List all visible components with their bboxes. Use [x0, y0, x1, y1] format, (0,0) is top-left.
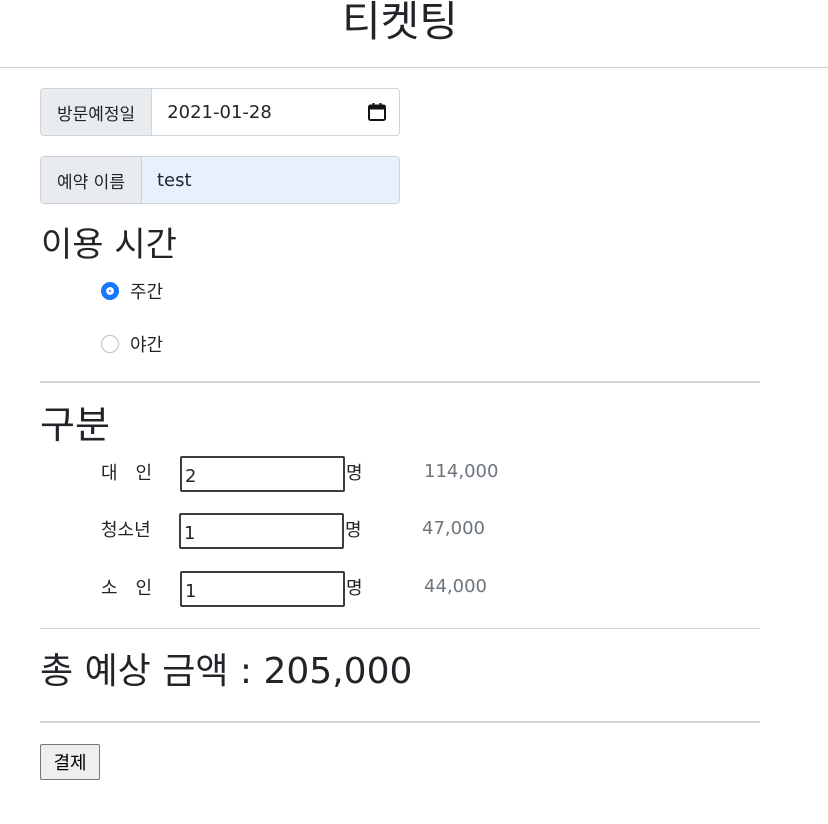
calendar-icon[interactable]: [367, 102, 387, 122]
adult-label: 대 인: [101, 463, 153, 484]
child-price: 44,000: [424, 576, 487, 597]
child-unit: 명: [346, 578, 363, 599]
youth-price: 47,000: [422, 518, 485, 539]
payment-button[interactable]: 결제: [40, 744, 100, 780]
reservation-name-group: 예약 이름 test: [40, 156, 400, 204]
total-divider: [40, 721, 760, 723]
total-amount: 총 예상 금액 : 205,000: [40, 651, 413, 692]
category-heading: 구분: [40, 403, 110, 447]
child-label: 소 인: [101, 578, 153, 599]
radio-selected-icon[interactable]: [101, 282, 119, 300]
radio-unselected-icon[interactable]: [101, 335, 119, 353]
category-divider: [40, 628, 760, 629]
visit-date-label: 방문예정일: [41, 89, 153, 135]
visit-date-value: 2021-01-28: [167, 101, 272, 123]
radio-day-label: 주간: [130, 282, 164, 303]
visit-date-group: 방문예정일 2021-01-28: [40, 88, 400, 136]
usage-time-heading: 이용 시간: [41, 225, 177, 265]
child-quantity-input[interactable]: 1: [180, 571, 345, 607]
reservation-name-label: 예약 이름: [41, 157, 142, 203]
youth-quantity-input[interactable]: 1: [179, 513, 344, 549]
reservation-name-value: test: [156, 169, 192, 191]
radio-option-day[interactable]: 주간: [101, 278, 163, 304]
adult-unit: 명: [346, 463, 363, 484]
section-divider: [40, 381, 760, 383]
reservation-name-input[interactable]: test: [141, 157, 399, 203]
radio-night-label: 야간: [130, 335, 164, 356]
header-divider: [0, 67, 828, 68]
page-title: 티켓팅: [342, 0, 458, 46]
youth-label: 청소년: [101, 520, 151, 541]
adult-quantity-input[interactable]: 2: [180, 456, 345, 492]
youth-unit: 명: [345, 520, 362, 541]
visit-date-input[interactable]: 2021-01-28: [152, 89, 399, 135]
adult-price: 114,000: [424, 461, 499, 482]
radio-option-night[interactable]: 야간: [101, 331, 163, 357]
